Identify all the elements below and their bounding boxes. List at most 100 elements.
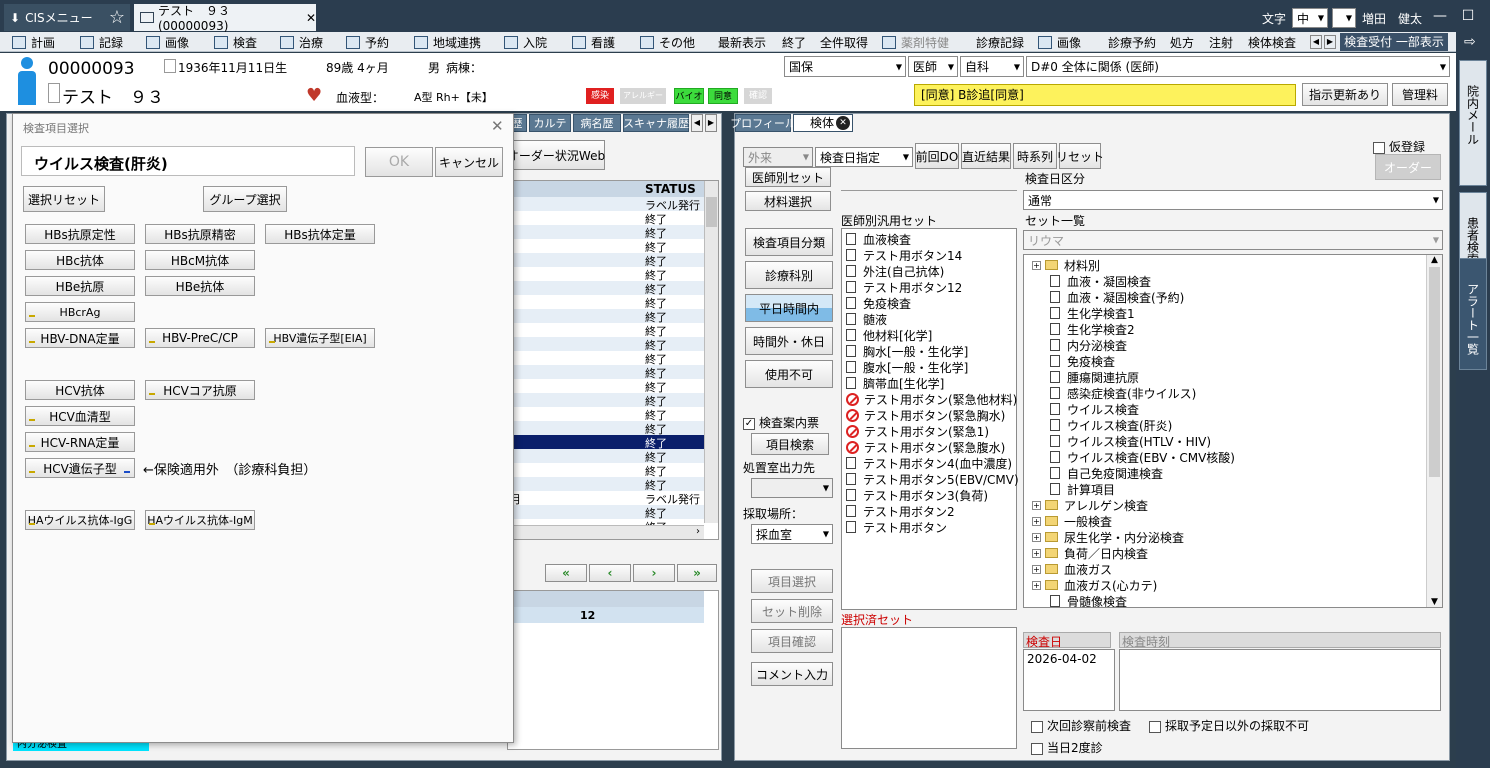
tree-item[interactable]: + アレルゲン検査 [1032,497,1148,513]
expand-icon[interactable]: + [1032,564,1041,574]
menu-scroll-left[interactable]: ◀ [1310,35,1322,49]
expand-icon[interactable]: + [1032,516,1041,526]
reception-button[interactable]: 検査受付 一部表示 [1340,33,1448,51]
close-icon[interactable]: ✕ [491,117,504,135]
test-hbe-antibody[interactable]: HBe抗体 [145,276,255,296]
tree-item[interactable]: ウイルス検査(肝炎) [1050,417,1172,433]
insurance-select[interactable]: 国保 ▼ [784,56,906,77]
page-prev-button[interactable]: ‹ [589,564,631,582]
doctor-set-item[interactable]: テスト用ボタン(緊急腹水) [846,439,1005,455]
recent-results-button[interactable]: 直近結果 [961,143,1011,169]
test-hav-igg[interactable]: HAウイルス抗体-IgG [25,510,135,530]
set-list-select[interactable]: リウマ ▼ [1023,230,1443,250]
status-row[interactable]: 終了 [508,505,704,520]
test-hbs-antigen-qual[interactable]: HBs抗原定性 [25,224,135,244]
item-confirm-button[interactable]: 項目確認 [751,629,833,653]
doctor-set-item[interactable]: テスト用ボタン(緊急胸水) [846,407,1005,423]
test-category-button[interactable]: 検査項目分類 [745,228,833,256]
doctor-set-item[interactable]: テスト用ボタン [846,519,947,535]
tree-item[interactable]: 血液・凝固検査 [1050,273,1151,289]
status-row[interactable]: 終了 [508,211,704,226]
menu-admission[interactable]: 入院 [504,34,547,50]
doctor-set-item[interactable]: テスト用ボタン5(EBV/CMV) [846,471,1019,487]
tag-bio[interactable]: バイオ [674,88,704,104]
doctor-set-input[interactable] [841,190,1017,191]
test-hcv-rna[interactable]: HCV-RNA定量 [25,432,135,452]
tree-item[interactable]: + 材料別 [1032,257,1100,273]
collection-place-select[interactable]: 採血室 ▼ [751,524,833,544]
temp-register-checkbox[interactable]: 仮登録 [1373,138,1425,155]
tree-item[interactable]: 生化学検査2 [1050,321,1135,337]
test-hbcm-antibody[interactable]: HBcM抗体 [145,250,255,270]
tag-infection[interactable]: 感染 [586,88,614,104]
status-row[interactable]: 終了 [508,407,704,422]
test-hbs-antibody-quant[interactable]: HBs抗体定量 [265,224,375,244]
status-row[interactable]: 終了 [508,267,704,282]
menu-specimen[interactable]: 検体検査 [1248,34,1296,50]
tab-karte[interactable]: カルテ [529,114,571,132]
doctor-set-item[interactable]: 胸水[一般・生化学] [846,343,968,359]
page-first-button[interactable]: « [545,564,587,582]
after-hours-button[interactable]: 時間外・休日 [745,327,833,355]
group-select-button[interactable]: グループ選択 [203,186,287,212]
tag-consent[interactable]: 同意 [708,88,738,104]
status-row[interactable]: 終了 [508,323,704,338]
maximize-button[interactable]: ☐ [1456,6,1480,26]
next-visit-checkbox[interactable]: 次回診察前検査 [1031,717,1131,734]
test-hbv-genotype[interactable]: HBV遺伝子型[EIA] [265,328,375,348]
cancel-button[interactable]: キャンセル [435,147,503,177]
tag-allergy[interactable]: アレルギー [620,88,666,104]
tree-item[interactable]: + 血液ガス(心カテ) [1032,577,1157,593]
status-row[interactable]: 終了 [508,309,704,324]
department-button[interactable]: 診療科別 [745,261,833,289]
test-guide-checkbox[interactable]: ✓ 検査案内票 [743,414,819,431]
unusable-button[interactable]: 使用不可 [745,360,833,388]
status-row[interactable]: 終了 [508,477,704,492]
font-size-select[interactable]: 中 ▼ [1292,8,1328,28]
doctor-set-item[interactable]: 腹水[一般・生化学] [846,359,968,375]
status-row[interactable]: 終了 [508,449,704,464]
tab-patient[interactable]: テスト ９３(00000093) ✕ [134,4,316,33]
star-icon[interactable]: ☆ [104,4,130,31]
status-row[interactable]: 終了 [508,421,704,436]
no-other-day-checkbox[interactable]: 採取予定日以外の採取不可 [1149,717,1309,734]
page-last-button[interactable]: » [677,564,717,582]
tree-item[interactable]: 血液・凝固検査(予約) [1050,289,1184,305]
status-row[interactable]: ラベル発行 [508,197,704,212]
status-row[interactable]: 終了 [508,435,704,450]
test-day-category-select[interactable]: 通常 ▼ [1023,190,1443,210]
expand-icon[interactable]: + [1032,260,1041,270]
tree-item[interactable]: 内分泌検査 [1050,337,1127,353]
doctor-set-item[interactable]: テスト用ボタン(緊急1) [846,423,989,439]
item-select-button[interactable]: 項目選択 [751,569,833,593]
test-hbe-antigen[interactable]: HBe抗原 [25,276,135,296]
prev-do-button[interactable]: 前回DO [915,143,959,169]
doctor-set-item[interactable]: テスト用ボタン3(負荷) [846,487,988,503]
doctor-set-item[interactable]: 他材料[化学] [846,327,932,343]
test-hcv-serotype[interactable]: HCV血清型 [25,406,135,426]
test-hbc-antibody[interactable]: HBc抗体 [25,250,135,270]
status-row[interactable]: 終了 [508,295,704,310]
reset-button[interactable]: リセット [1056,143,1104,169]
test-time-list[interactable] [1119,649,1441,711]
weekday-hours-button[interactable]: 平日時間内 [745,294,833,322]
menu-clinical-record[interactable]: 診療記録 [976,34,1024,50]
menu-scroll-right[interactable]: ▶ [1324,35,1336,49]
status-row[interactable]: 終了 [508,351,704,366]
doctor-set-item[interactable]: 免疫検査 [846,295,911,311]
tree-item[interactable]: 計算項目 [1050,481,1115,497]
department-select[interactable]: 自科 ▼ [960,56,1024,77]
tree-item[interactable]: 腫瘍関連抗原 [1050,369,1139,385]
close-icon[interactable]: ✕ [306,11,316,25]
test-hcv-genotype[interactable]: HCV遺伝子型 [25,458,135,478]
menu-regional[interactable]: 地域連携 [414,34,481,50]
doctor-set-item[interactable]: テスト用ボタン14 [846,247,962,263]
menu-fetch-all[interactable]: 全件取得 [820,34,868,50]
expand-icon[interactable]: + [1032,532,1041,542]
date-spec-select[interactable]: 検査日指定 ▼ [815,147,913,167]
doctor-set-item[interactable]: テスト用ボタン4(血中濃度) [846,455,1012,471]
test-hbs-antigen-precise[interactable]: HBs抗原精密 [145,224,255,244]
selection-reset-button[interactable]: 選択リセット [23,186,105,212]
doctor-set-item[interactable]: 血液検査 [846,231,911,247]
menu-refresh[interactable]: 最新表示 [718,34,766,50]
